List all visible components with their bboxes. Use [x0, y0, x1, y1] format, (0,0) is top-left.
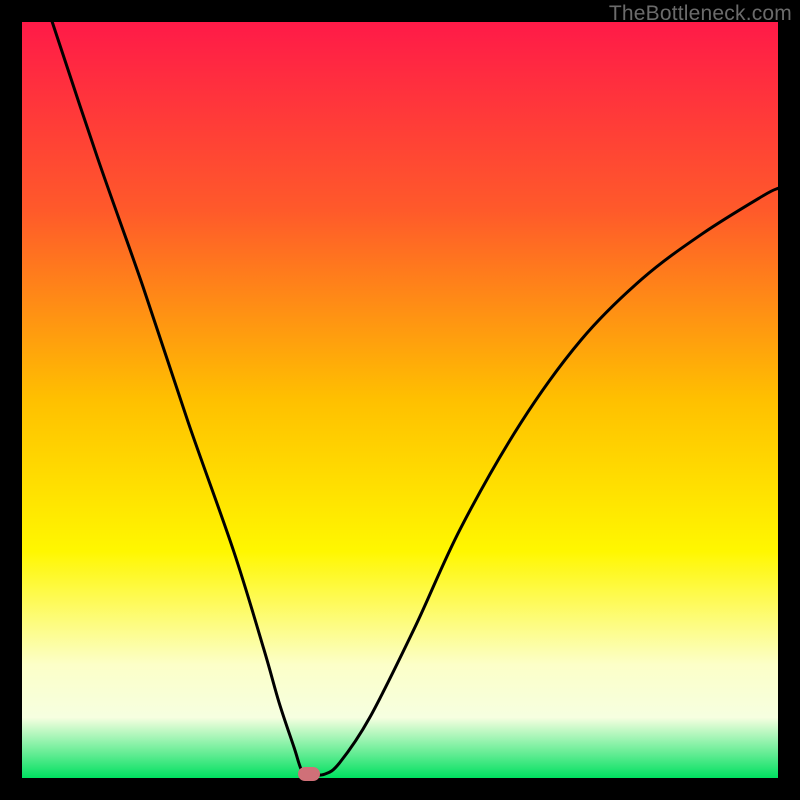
chart-frame: TheBottleneck.com — [0, 0, 800, 800]
bottleneck-curve — [22, 22, 778, 778]
minimum-marker — [298, 767, 320, 781]
plot-area — [22, 22, 778, 778]
